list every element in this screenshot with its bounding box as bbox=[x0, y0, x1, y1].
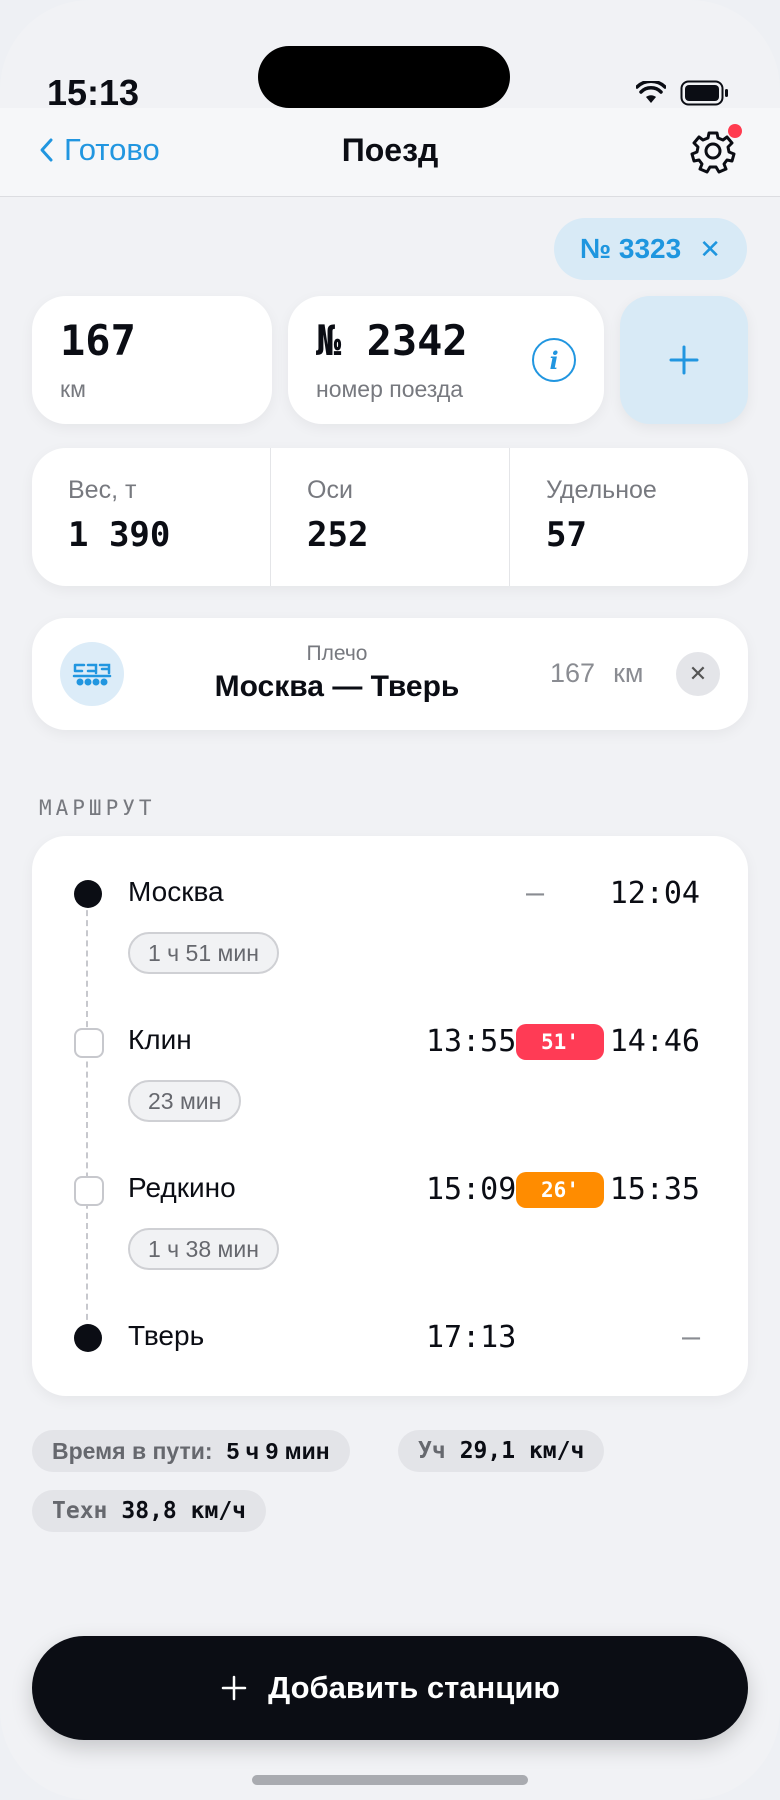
notification-dot bbox=[728, 124, 742, 138]
stop-departure: 12:04 bbox=[609, 876, 700, 911]
station-dot bbox=[74, 1324, 102, 1352]
wifi-icon bbox=[636, 81, 666, 103]
travel-time-label: Время в пути: bbox=[52, 1437, 213, 1464]
stop-arrival: 17:13 bbox=[426, 1320, 517, 1355]
tech-speed-value: 38,8 км/ч bbox=[121, 1498, 247, 1524]
add-station-label: Добавить станцию bbox=[268, 1670, 560, 1705]
segment-duration: 1 ч 38 мин bbox=[128, 1228, 279, 1270]
distance-card[interactable]: 167 км bbox=[32, 296, 272, 424]
close-icon[interactable]: ✕ bbox=[676, 652, 720, 696]
stat-value: 252 bbox=[307, 515, 369, 555]
home-indicator[interactable] bbox=[252, 1775, 528, 1785]
train-number-chip[interactable]: № 3323 ✕ bbox=[553, 218, 747, 280]
route-section-label: МАРШРУТ bbox=[39, 796, 156, 820]
station-checkbox[interactable] bbox=[74, 1176, 104, 1206]
route-stop[interactable]: Редкино 15:09 26' 15:35 bbox=[32, 1160, 748, 1220]
stat-axles[interactable]: Оси 252 bbox=[271, 448, 510, 586]
stop-departure: 15:35 bbox=[609, 1172, 700, 1207]
stat-label: Вес, т bbox=[68, 476, 137, 504]
info-icon[interactable]: i bbox=[532, 338, 576, 382]
stat-weight[interactable]: Вес, т 1 390 bbox=[32, 448, 271, 586]
train-number-value: № 2342 bbox=[316, 316, 468, 365]
stop-name: Клин bbox=[128, 1024, 192, 1055]
travel-time-value: 5 ч 9 мин bbox=[226, 1437, 330, 1464]
section-speed-value: 29,1 км/ч bbox=[459, 1438, 585, 1464]
route-stop[interactable]: Тверь 17:13 — bbox=[32, 1308, 748, 1368]
add-train-button[interactable] bbox=[620, 296, 748, 424]
stat-value: 1 390 bbox=[68, 515, 171, 555]
stat-specific[interactable]: Удельное 57 bbox=[510, 448, 748, 586]
stat-label: Удельное bbox=[546, 476, 657, 504]
segment-duration: 1 ч 51 мин bbox=[128, 932, 279, 974]
station-checkbox[interactable] bbox=[74, 1028, 104, 1058]
travel-time-chip: Время в пути: 5 ч 9 мин bbox=[32, 1430, 350, 1472]
route-stop[interactable]: Москва — 12:04 bbox=[32, 864, 748, 924]
plus-icon bbox=[669, 345, 699, 375]
segment-duration: 23 мин bbox=[128, 1080, 242, 1122]
station-dot bbox=[74, 880, 102, 908]
stat-value: 57 bbox=[546, 515, 587, 555]
add-station-button[interactable]: Добавить станцию bbox=[32, 1636, 748, 1740]
dynamic-island bbox=[258, 46, 510, 108]
route-timeline-line bbox=[86, 900, 88, 1340]
stop-departure: — bbox=[681, 1320, 700, 1355]
distance-value: 167 bbox=[60, 316, 136, 365]
page-title: Поезд bbox=[341, 132, 439, 168]
battery-icon bbox=[680, 80, 728, 106]
route-stop[interactable]: Клин 13:55 51' 14:46 bbox=[32, 1012, 748, 1072]
section-speed-chip: Уч 29,1 км/ч bbox=[398, 1430, 605, 1472]
stop-name: Редкино bbox=[128, 1172, 236, 1203]
tech-speed-chip: Техн 38,8 км/ч bbox=[32, 1490, 267, 1532]
stop-name: Москва bbox=[128, 876, 224, 907]
shoulder-distance-value: 167 bbox=[550, 658, 596, 688]
train-stats-card: Вес, т 1 390 Оси 252 Удельное 57 bbox=[32, 448, 748, 586]
stop-name: Тверь bbox=[128, 1320, 205, 1351]
shoulder-distance-unit: км bbox=[613, 658, 644, 688]
train-number-card[interactable]: № 2342 номер поезда i bbox=[288, 296, 604, 424]
phone-screen: 15:13 Готово Поезд № 3323 ✕ 167 км № 234… bbox=[0, 0, 780, 1800]
close-icon[interactable]: ✕ bbox=[699, 234, 721, 265]
shoulder-distance: 167 км bbox=[550, 658, 643, 689]
tech-speed-label: Техн bbox=[52, 1498, 108, 1524]
stop-departure: 14:46 bbox=[609, 1024, 700, 1059]
stat-label: Оси bbox=[307, 476, 353, 504]
nav-bar: Готово Поезд bbox=[0, 108, 780, 197]
dwell-badge: 51' bbox=[516, 1024, 604, 1060]
train-number-label: номер поезда bbox=[316, 376, 464, 402]
train-chip-label: № 3323 bbox=[579, 233, 682, 264]
status-icons bbox=[636, 80, 730, 106]
distance-unit: км bbox=[60, 376, 86, 402]
dwell-badge: 26' bbox=[516, 1172, 604, 1208]
settings-button[interactable] bbox=[688, 124, 742, 176]
shoulder-card[interactable]: Плечо Москва — Тверь 167 км ✕ bbox=[32, 618, 748, 730]
section-speed-label: Уч bbox=[418, 1438, 446, 1464]
plus-icon bbox=[221, 1675, 247, 1701]
